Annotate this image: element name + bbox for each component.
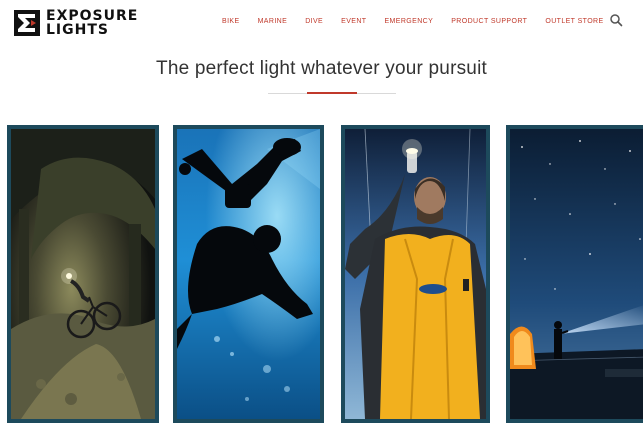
nav-item-event[interactable]: EVENT	[341, 18, 366, 25]
nav-item-product-support[interactable]: PRODUCT SUPPORT	[451, 18, 527, 25]
nav-item-bike[interactable]: BIKE	[222, 18, 240, 25]
category-tile-dive[interactable]	[173, 125, 324, 423]
nav-item-emergency[interactable]: EMERGENCY	[384, 18, 433, 25]
starry-night-beam-image	[510, 129, 643, 419]
nav-item-dive[interactable]: DIVE	[305, 18, 323, 25]
brand-logo[interactable]: EXPOSURE LIGHTS	[14, 6, 164, 40]
search-button[interactable]	[609, 13, 623, 27]
sailor-torch-image	[345, 129, 486, 419]
category-tile-bike[interactable]	[7, 125, 159, 423]
main-nav: BIKE MARINE DIVE EVENT EMERGENCY PRODUCT…	[222, 14, 604, 28]
logo-mark-icon	[14, 10, 40, 36]
diver-underwater-image	[177, 129, 320, 419]
bike-night-forest-image	[11, 129, 155, 419]
category-tile-event[interactable]	[506, 125, 643, 423]
brand-line-2: LIGHTS	[46, 22, 109, 38]
site-header: EXPOSURE LIGHTS BIKE MARINE DIVE EVENT E…	[0, 0, 643, 46]
nav-item-outlet-store[interactable]: OUTLET STORE	[545, 18, 603, 25]
category-tile-marine[interactable]	[341, 125, 490, 423]
tagline-divider-accent	[307, 92, 357, 94]
hero-tagline: The perfect light whatever your pursuit	[156, 58, 487, 79]
search-icon	[610, 14, 623, 27]
brand-line-1: EXPOSURE	[46, 8, 139, 24]
brand-wordmark: EXPOSURE LIGHTS	[46, 9, 138, 37]
nav-item-marine[interactable]: MARINE	[258, 18, 288, 25]
